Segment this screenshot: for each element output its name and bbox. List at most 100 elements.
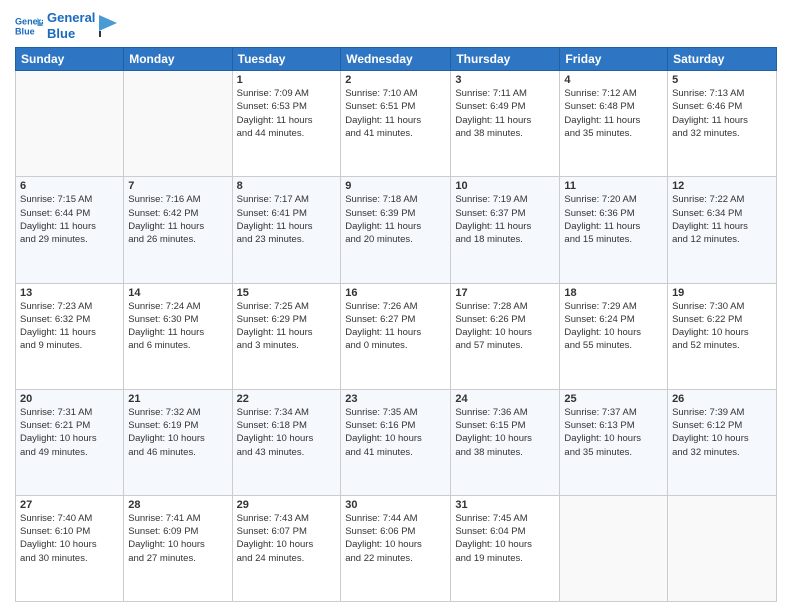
calendar-cell: 25Sunrise: 7:37 AM Sunset: 6:13 PM Dayli… [560, 389, 668, 495]
page: General Blue General Blue SundayMondayTu… [0, 0, 792, 612]
calendar-cell: 14Sunrise: 7:24 AM Sunset: 6:30 PM Dayli… [124, 283, 232, 389]
calendar-cell: 4Sunrise: 7:12 AM Sunset: 6:48 PM Daylig… [560, 71, 668, 177]
logo-blue: Blue [47, 26, 95, 42]
cell-content: Sunrise: 7:31 AM Sunset: 6:21 PM Dayligh… [20, 406, 119, 459]
day-number: 2 [345, 74, 446, 86]
day-number: 23 [345, 393, 446, 405]
week-row-4: 20Sunrise: 7:31 AM Sunset: 6:21 PM Dayli… [16, 389, 777, 495]
calendar-cell: 3Sunrise: 7:11 AM Sunset: 6:49 PM Daylig… [451, 71, 560, 177]
cell-content: Sunrise: 7:13 AM Sunset: 6:46 PM Dayligh… [672, 87, 772, 140]
calendar-cell: 2Sunrise: 7:10 AM Sunset: 6:51 PM Daylig… [341, 71, 451, 177]
calendar-cell: 19Sunrise: 7:30 AM Sunset: 6:22 PM Dayli… [668, 283, 777, 389]
cell-content: Sunrise: 7:17 AM Sunset: 6:41 PM Dayligh… [237, 193, 337, 246]
calendar-cell: 7Sunrise: 7:16 AM Sunset: 6:42 PM Daylig… [124, 177, 232, 283]
day-number: 4 [564, 74, 663, 86]
day-number: 15 [237, 287, 337, 299]
cell-content: Sunrise: 7:40 AM Sunset: 6:10 PM Dayligh… [20, 512, 119, 565]
weekday-header-sunday: Sunday [16, 48, 124, 71]
calendar-cell [560, 495, 668, 601]
weekday-header-wednesday: Wednesday [341, 48, 451, 71]
day-number: 27 [20, 499, 119, 511]
cell-content: Sunrise: 7:44 AM Sunset: 6:06 PM Dayligh… [345, 512, 446, 565]
cell-content: Sunrise: 7:32 AM Sunset: 6:19 PM Dayligh… [128, 406, 227, 459]
day-number: 25 [564, 393, 663, 405]
calendar-cell: 24Sunrise: 7:36 AM Sunset: 6:15 PM Dayli… [451, 389, 560, 495]
day-number: 6 [20, 180, 119, 192]
calendar-cell: 8Sunrise: 7:17 AM Sunset: 6:41 PM Daylig… [232, 177, 341, 283]
cell-content: Sunrise: 7:25 AM Sunset: 6:29 PM Dayligh… [237, 300, 337, 353]
day-number: 7 [128, 180, 227, 192]
calendar-cell: 27Sunrise: 7:40 AM Sunset: 6:10 PM Dayli… [16, 495, 124, 601]
day-number: 17 [455, 287, 555, 299]
calendar-cell: 31Sunrise: 7:45 AM Sunset: 6:04 PM Dayli… [451, 495, 560, 601]
day-number: 31 [455, 499, 555, 511]
calendar-cell: 22Sunrise: 7:34 AM Sunset: 6:18 PM Dayli… [232, 389, 341, 495]
logo-icon: General Blue [15, 12, 43, 40]
day-number: 5 [672, 74, 772, 86]
calendar-cell: 9Sunrise: 7:18 AM Sunset: 6:39 PM Daylig… [341, 177, 451, 283]
weekday-header-friday: Friday [560, 48, 668, 71]
calendar-cell: 23Sunrise: 7:35 AM Sunset: 6:16 PM Dayli… [341, 389, 451, 495]
header: General Blue General Blue [15, 10, 777, 41]
calendar: SundayMondayTuesdayWednesdayThursdayFrid… [15, 47, 777, 602]
day-number: 16 [345, 287, 446, 299]
cell-content: Sunrise: 7:09 AM Sunset: 6:53 PM Dayligh… [237, 87, 337, 140]
cell-content: Sunrise: 7:15 AM Sunset: 6:44 PM Dayligh… [20, 193, 119, 246]
cell-content: Sunrise: 7:26 AM Sunset: 6:27 PM Dayligh… [345, 300, 446, 353]
cell-content: Sunrise: 7:23 AM Sunset: 6:32 PM Dayligh… [20, 300, 119, 353]
calendar-cell: 15Sunrise: 7:25 AM Sunset: 6:29 PM Dayli… [232, 283, 341, 389]
cell-content: Sunrise: 7:35 AM Sunset: 6:16 PM Dayligh… [345, 406, 446, 459]
day-number: 24 [455, 393, 555, 405]
cell-content: Sunrise: 7:28 AM Sunset: 6:26 PM Dayligh… [455, 300, 555, 353]
calendar-cell: 1Sunrise: 7:09 AM Sunset: 6:53 PM Daylig… [232, 71, 341, 177]
day-number: 1 [237, 74, 337, 86]
calendar-cell: 18Sunrise: 7:29 AM Sunset: 6:24 PM Dayli… [560, 283, 668, 389]
cell-content: Sunrise: 7:37 AM Sunset: 6:13 PM Dayligh… [564, 406, 663, 459]
week-row-3: 13Sunrise: 7:23 AM Sunset: 6:32 PM Dayli… [16, 283, 777, 389]
svg-text:Blue: Blue [15, 26, 35, 36]
day-number: 18 [564, 287, 663, 299]
day-number: 10 [455, 180, 555, 192]
calendar-cell: 30Sunrise: 7:44 AM Sunset: 6:06 PM Dayli… [341, 495, 451, 601]
logo-flag-icon [99, 15, 117, 37]
day-number: 14 [128, 287, 227, 299]
calendar-cell [668, 495, 777, 601]
cell-content: Sunrise: 7:19 AM Sunset: 6:37 PM Dayligh… [455, 193, 555, 246]
day-number: 9 [345, 180, 446, 192]
cell-content: Sunrise: 7:12 AM Sunset: 6:48 PM Dayligh… [564, 87, 663, 140]
calendar-cell: 26Sunrise: 7:39 AM Sunset: 6:12 PM Dayli… [668, 389, 777, 495]
cell-content: Sunrise: 7:20 AM Sunset: 6:36 PM Dayligh… [564, 193, 663, 246]
logo: General Blue General Blue [15, 10, 117, 41]
cell-content: Sunrise: 7:18 AM Sunset: 6:39 PM Dayligh… [345, 193, 446, 246]
weekday-header-thursday: Thursday [451, 48, 560, 71]
week-row-1: 1Sunrise: 7:09 AM Sunset: 6:53 PM Daylig… [16, 71, 777, 177]
calendar-cell [16, 71, 124, 177]
day-number: 13 [20, 287, 119, 299]
day-number: 3 [455, 74, 555, 86]
calendar-cell: 5Sunrise: 7:13 AM Sunset: 6:46 PM Daylig… [668, 71, 777, 177]
week-row-5: 27Sunrise: 7:40 AM Sunset: 6:10 PM Dayli… [16, 495, 777, 601]
cell-content: Sunrise: 7:29 AM Sunset: 6:24 PM Dayligh… [564, 300, 663, 353]
calendar-cell: 16Sunrise: 7:26 AM Sunset: 6:27 PM Dayli… [341, 283, 451, 389]
week-row-2: 6Sunrise: 7:15 AM Sunset: 6:44 PM Daylig… [16, 177, 777, 283]
calendar-cell: 20Sunrise: 7:31 AM Sunset: 6:21 PM Dayli… [16, 389, 124, 495]
calendar-cell: 11Sunrise: 7:20 AM Sunset: 6:36 PM Dayli… [560, 177, 668, 283]
cell-content: Sunrise: 7:30 AM Sunset: 6:22 PM Dayligh… [672, 300, 772, 353]
cell-content: Sunrise: 7:22 AM Sunset: 6:34 PM Dayligh… [672, 193, 772, 246]
cell-content: Sunrise: 7:11 AM Sunset: 6:49 PM Dayligh… [455, 87, 555, 140]
logo-general: General [47, 10, 95, 26]
day-number: 8 [237, 180, 337, 192]
cell-content: Sunrise: 7:10 AM Sunset: 6:51 PM Dayligh… [345, 87, 446, 140]
cell-content: Sunrise: 7:34 AM Sunset: 6:18 PM Dayligh… [237, 406, 337, 459]
cell-content: Sunrise: 7:43 AM Sunset: 6:07 PM Dayligh… [237, 512, 337, 565]
day-number: 22 [237, 393, 337, 405]
cell-content: Sunrise: 7:24 AM Sunset: 6:30 PM Dayligh… [128, 300, 227, 353]
day-number: 12 [672, 180, 772, 192]
day-number: 20 [20, 393, 119, 405]
cell-content: Sunrise: 7:41 AM Sunset: 6:09 PM Dayligh… [128, 512, 227, 565]
weekday-header-row: SundayMondayTuesdayWednesdayThursdayFrid… [16, 48, 777, 71]
calendar-cell: 6Sunrise: 7:15 AM Sunset: 6:44 PM Daylig… [16, 177, 124, 283]
day-number: 19 [672, 287, 772, 299]
weekday-header-saturday: Saturday [668, 48, 777, 71]
calendar-cell [124, 71, 232, 177]
